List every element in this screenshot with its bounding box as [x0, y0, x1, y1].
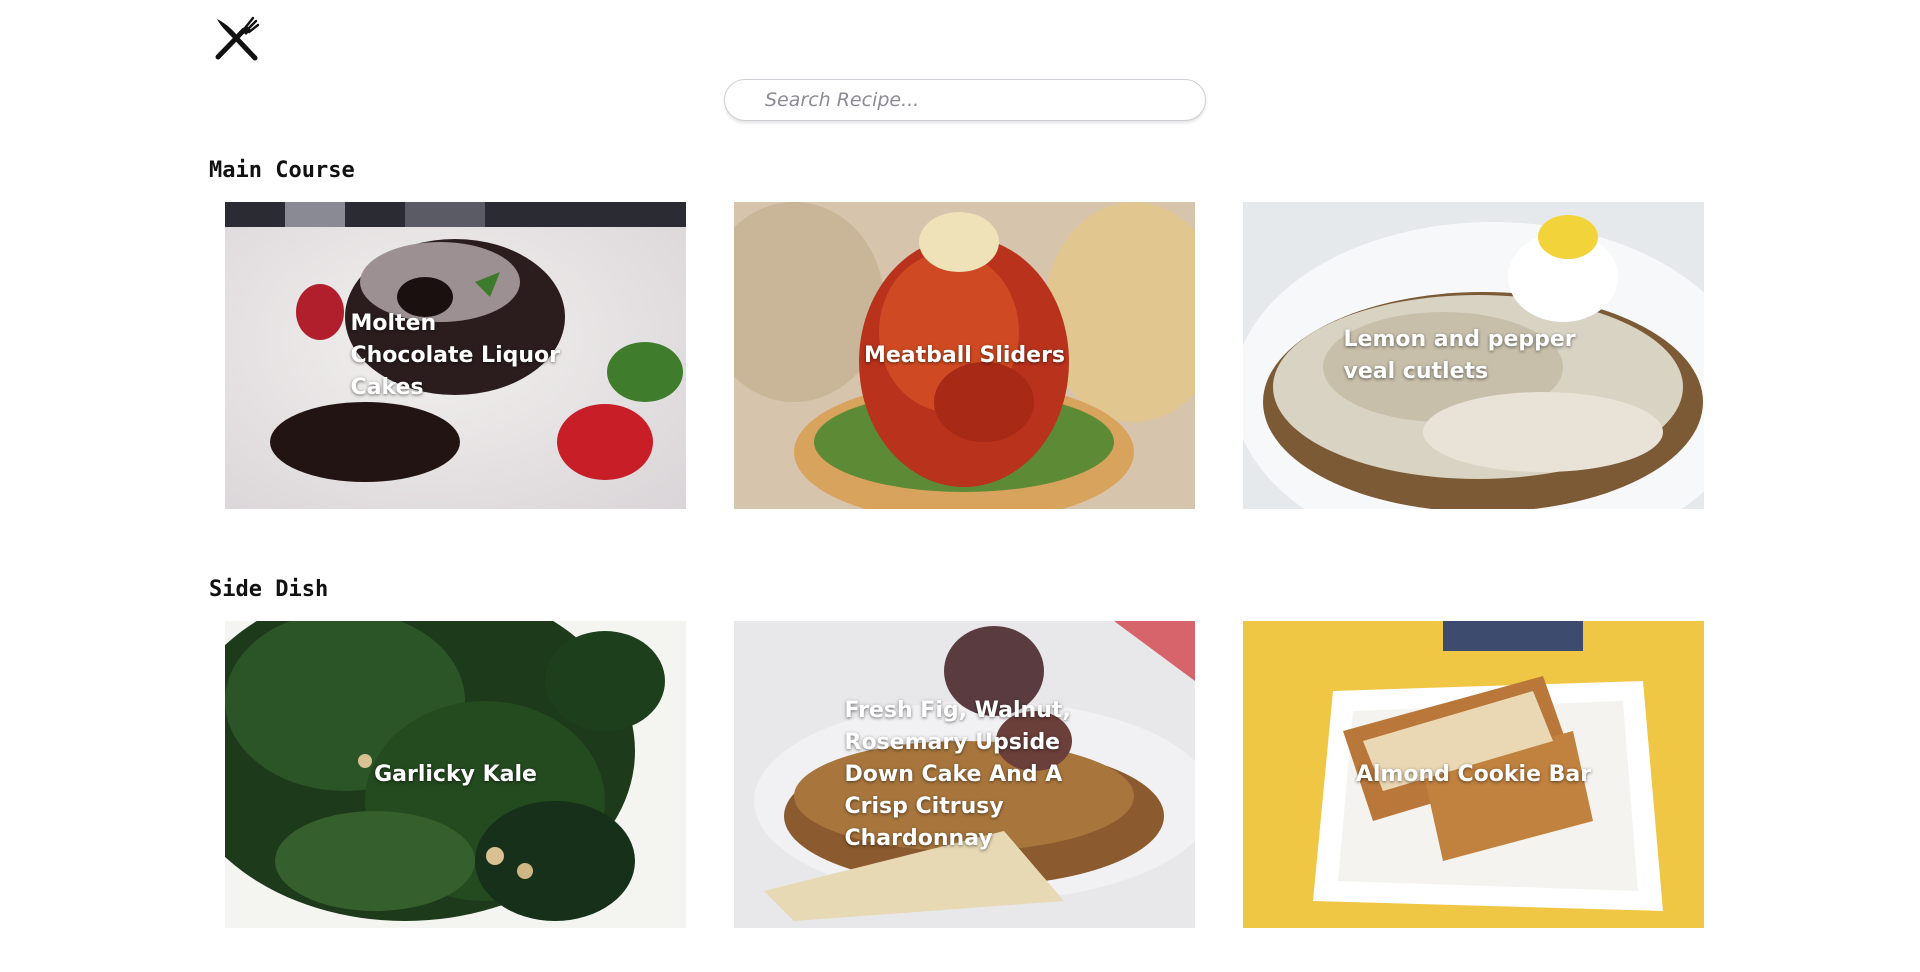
recipe-title: Garlicky Kale — [374, 761, 537, 787]
search-bar — [724, 79, 1206, 121]
recipe-page: Main Course — [0, 0, 1920, 972]
recipe-title: Meatball Sliders — [863, 342, 1066, 368]
search-input[interactable] — [724, 79, 1206, 121]
recipe-card-garlicky-kale[interactable]: Garlicky Kale — [225, 621, 686, 928]
fork-knife-icon[interactable] — [211, 14, 261, 64]
recipe-card-molten-chocolate-liquor-cakes[interactable]: Molten Chocolate Liquor Cakes — [225, 202, 686, 509]
main-course-cards: Molten Chocolate Liquor Cakes Meatball S… — [225, 202, 1706, 509]
recipe-card-meatball-sliders[interactable]: Meatball Sliders — [734, 202, 1195, 509]
recipe-title: Fresh Fig, Walnut, Rosemary Upside Down … — [844, 697, 1071, 851]
section-title-main-course: Main Course — [209, 158, 355, 183]
recipe-title: Molten Chocolate Liquor Cakes — [350, 310, 561, 400]
side-dish-cards: Garlicky Kale Fresh Fig, Walnut, Rosemar… — [225, 621, 1706, 928]
recipe-card-almond-cookie-bar[interactable]: Almond Cookie Bar — [1243, 621, 1704, 928]
section-title-side-dish: Side Dish — [209, 577, 329, 602]
recipe-card-fresh-fig-walnut-rosemary-upside-down-cake[interactable]: Fresh Fig, Walnut, Rosemary Upside Down … — [734, 621, 1195, 928]
recipe-title: Almond Cookie Bar — [1355, 761, 1592, 787]
recipe-title: Lemon and pepper veal cutlets — [1343, 326, 1576, 384]
recipe-card-lemon-and-pepper-veal-cutlets[interactable]: Lemon and pepper veal cutlets — [1243, 202, 1704, 509]
